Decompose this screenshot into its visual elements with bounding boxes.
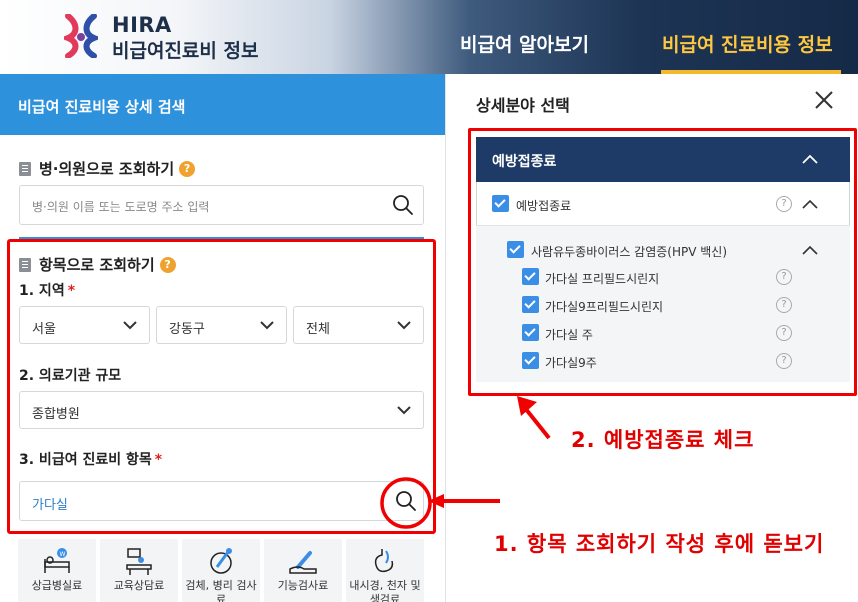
thermometer-icon bbox=[289, 551, 317, 574]
category-tile[interactable]: 교육상담료 bbox=[100, 539, 178, 602]
annotation-box-item-search bbox=[7, 239, 436, 534]
hospital-search-heading: 병·의원으로 조회하기 ? bbox=[19, 158, 196, 179]
annotation-circle bbox=[380, 477, 432, 529]
svg-text:W: W bbox=[60, 551, 66, 558]
category-tile[interactable]: 검체, 병리 검사료 bbox=[182, 539, 260, 602]
close-icon[interactable] bbox=[815, 91, 833, 109]
list-icon bbox=[19, 161, 31, 176]
endoscope-icon bbox=[374, 549, 394, 573]
annotation-arrow-left bbox=[428, 494, 500, 508]
help-icon[interactable]: ? bbox=[179, 160, 196, 177]
category-tile[interactable]: 기능검사료 bbox=[264, 539, 342, 602]
brand-ko[interactable]: 비급여진료비 정보 bbox=[112, 36, 258, 63]
category-tile[interactable]: W 상급병실료 bbox=[18, 539, 96, 602]
site-header: HIRA 비급여진료비 정보 비급여 알아보기 비급여 진료비용 정보 bbox=[0, 0, 858, 74]
consult-icon bbox=[126, 548, 152, 575]
annotation-note-1: 1. 항목 조회하기 작성 후에 돋보기 bbox=[494, 532, 825, 556]
bed-icon: W bbox=[44, 548, 70, 573]
nav-noncovered-cost[interactable]: 비급여 진료비용 정보 bbox=[662, 30, 833, 57]
hira-logo-icon[interactable] bbox=[64, 14, 98, 58]
annotation-box-tree bbox=[468, 128, 857, 396]
nav-active-indicator bbox=[661, 70, 841, 74]
left-panel-title: 비급여 진료비용 상세 검색 bbox=[18, 98, 186, 116]
brand-en[interactable]: HIRA bbox=[112, 13, 172, 37]
hospital-search-input[interactable]: 병·의원 이름 또는 도로명 주소 입력 bbox=[19, 185, 424, 225]
annotation-arrow-up bbox=[517, 396, 551, 440]
nav-noncovered-about[interactable]: 비급여 알아보기 bbox=[460, 30, 589, 57]
panel-divider bbox=[445, 74, 446, 602]
hospital-search-title: 병·의원으로 조회하기 bbox=[39, 160, 175, 178]
annotation-note-2: 2. 예방접종료 체크 bbox=[571, 428, 755, 452]
search-icon[interactable] bbox=[392, 194, 414, 216]
category-tile[interactable]: 내시경, 천자 및 생검료 bbox=[346, 539, 424, 602]
left-panel-titlebar: 비급여 진료비용 상세 검색 bbox=[0, 74, 445, 135]
hospital-search-placeholder: 병·의원 이름 또는 도로명 주소 입력 bbox=[32, 200, 210, 214]
detail-field-title: 상세분야 선택 bbox=[476, 96, 570, 115]
microscope-icon bbox=[210, 548, 232, 574]
